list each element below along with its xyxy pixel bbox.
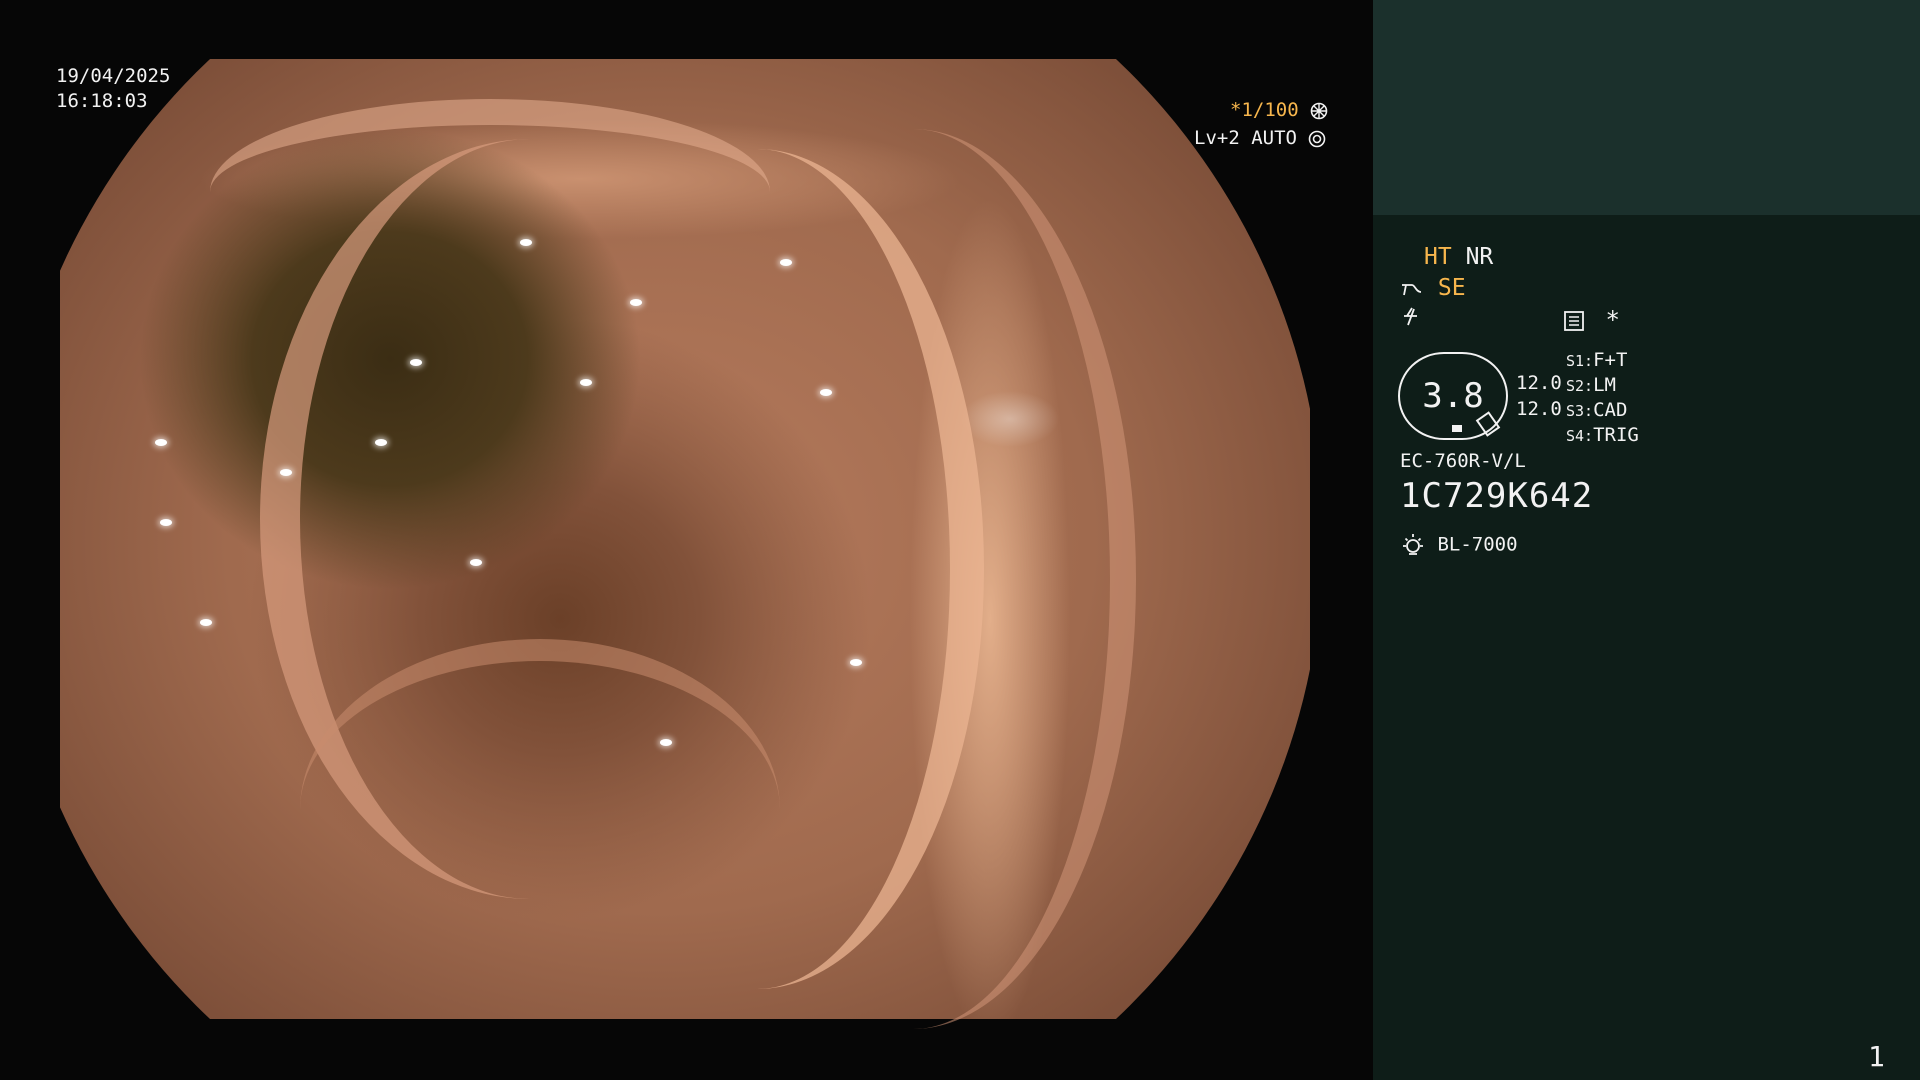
memo-star: *: [1605, 306, 1620, 334]
specular-highlight: [160, 519, 172, 526]
gauge-marker: [1452, 425, 1462, 432]
switch-s2: S2:LM: [1566, 374, 1616, 396]
se-label: SE: [1437, 275, 1466, 301]
color-mode-row: [1400, 305, 1422, 327]
date-text: 19/04/2025: [56, 65, 171, 87]
page-number: 1: [1868, 1040, 1885, 1073]
scope-model: EC-760R-V/L: [1400, 450, 1526, 472]
s1-key: S1:: [1566, 352, 1594, 370]
specular-highlight: [630, 299, 642, 306]
shutter-readout: *1/100: [1230, 99, 1328, 121]
time-text: 16:18:03: [56, 90, 148, 112]
shutter-speed-text: *1/100: [1230, 99, 1299, 121]
value-2: 12.0: [1516, 398, 1562, 420]
panel-header-block: [1373, 0, 1920, 215]
haustral-fold: [210, 99, 770, 285]
s2-value: LM: [1593, 374, 1616, 396]
nr-label: NR: [1465, 244, 1494, 270]
lamp-icon: [1403, 534, 1423, 555]
scope-serial: 1C729K642: [1400, 476, 1594, 516]
ht-nr-row: HT NR: [1424, 244, 1493, 270]
haustral-fold: [690, 129, 1136, 1029]
datetime-readout: 19/04/2025 16:18:03: [56, 64, 170, 114]
s3-value: CAD: [1593, 399, 1628, 421]
switch-s4: S4:TRIG: [1566, 424, 1639, 446]
brightness-gauge: 3.8: [1398, 352, 1508, 440]
specular-highlight: [580, 379, 592, 386]
specular-highlight: [375, 439, 387, 446]
memo-icon: [1564, 311, 1584, 331]
s4-key: S4:: [1566, 427, 1594, 445]
specular-highlight: [155, 439, 167, 446]
structure-enhance-icon: [1402, 283, 1422, 295]
s2-key: S2:: [1566, 377, 1594, 395]
haustral-fold: [300, 639, 780, 981]
specular-highlight: [200, 619, 212, 626]
specular-highlight: [660, 739, 672, 746]
specular-highlight: [470, 559, 482, 566]
se-row: SE: [1400, 275, 1466, 301]
gauge-value: 3.8: [1422, 376, 1484, 416]
switch-s3: S3:CAD: [1566, 399, 1627, 421]
specular-highlight: [850, 659, 862, 666]
auto-iris-icon: [1309, 130, 1326, 147]
light-source-row: BL-7000: [1400, 532, 1518, 558]
switch-s1: S1:F+T: [1566, 349, 1627, 371]
endoscopic-image: [60, 59, 1310, 1029]
specular-highlight: [820, 389, 832, 396]
aperture-icon: [1310, 102, 1328, 119]
s4-value: TRIG: [1593, 424, 1639, 446]
light-source-text: BL-7000: [1437, 533, 1518, 556]
specular-highlight: [780, 259, 792, 266]
endoscope-view-area: 19/04/2025 16:18:03 *1/100 Lv+2 AUTO: [0, 0, 1373, 1080]
memo-row: *: [1563, 306, 1620, 334]
level-readout: Lv+2 AUTO: [1194, 127, 1326, 149]
value-1: 12.0: [1516, 372, 1562, 394]
s3-key: S3:: [1566, 402, 1594, 420]
specular-highlight: [280, 469, 292, 476]
s1-value: F+T: [1593, 349, 1628, 371]
color-mode-icon: [1404, 307, 1417, 326]
specular-highlight: [410, 359, 422, 366]
light-level-text: Lv+2 AUTO: [1194, 127, 1297, 149]
ht-label: HT: [1424, 244, 1452, 270]
specular-highlight: [520, 239, 532, 246]
